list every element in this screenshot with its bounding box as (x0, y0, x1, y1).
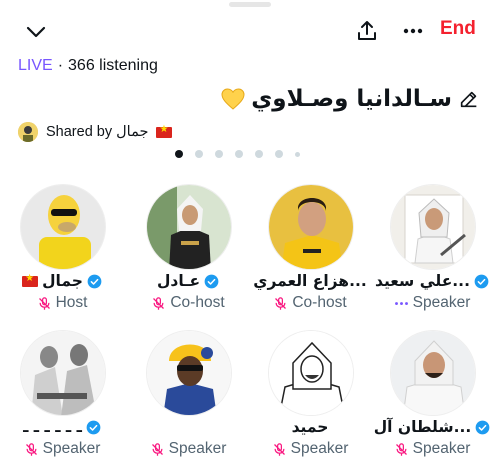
verified-badge-icon (475, 420, 490, 434)
participant-name-text: حميد (291, 418, 329, 436)
separator: · (57, 57, 64, 74)
sharer-avatar (18, 122, 38, 142)
avatar (390, 184, 476, 270)
yellow-heart-icon (221, 88, 245, 110)
role-text: Speaker (42, 440, 101, 457)
avatar (20, 330, 106, 416)
participant-role: Co-host (128, 294, 248, 312)
participant-tile[interactable]: Speaker (128, 330, 248, 465)
avatar (390, 330, 476, 416)
page-indicator[interactable] (175, 150, 300, 158)
sheet-grabber[interactable] (229, 2, 271, 7)
end-button[interactable]: End (440, 18, 476, 40)
role-text: Speaker (412, 440, 471, 457)
muted-mic-icon (273, 442, 285, 456)
participant-name: ـ ـ ـ ـ ـ ـ (2, 418, 122, 436)
muted-mic-icon (395, 442, 407, 456)
role-text: Speaker (412, 294, 471, 311)
page-dot[interactable] (235, 150, 243, 158)
participant-name: علي سعيد... (372, 272, 492, 290)
participant-name: شلطان آل... (372, 418, 492, 436)
participant-role: Speaker (372, 294, 492, 312)
space-title: سـالدانيا وصـلاوي (251, 86, 452, 112)
top-bar: End (0, 14, 500, 50)
participant-name: حميد (250, 418, 370, 436)
page-dot[interactable] (255, 150, 263, 158)
speaking-dots-icon (394, 301, 408, 305)
role-text: Speaker (168, 440, 227, 457)
participant-tile[interactable]: شلطان آل... Speaker (372, 330, 492, 465)
shared-by-row[interactable]: Shared by جمال (18, 121, 173, 143)
vietnam-flag-icon (156, 124, 173, 138)
role-text: Speaker (290, 440, 349, 457)
vietnam-flag-icon (22, 273, 39, 287)
participant-role: Host (2, 294, 122, 312)
edit-pencil-icon[interactable] (458, 88, 480, 110)
page-dot[interactable] (295, 151, 300, 157)
participant-role: Speaker (372, 440, 492, 458)
participant-tile[interactable]: هزاع العمري... Co-host (250, 184, 370, 319)
page-dot[interactable] (195, 150, 203, 158)
muted-mic-icon (275, 296, 287, 310)
participant-name-text: علي سعيد... (375, 272, 470, 290)
avatar (268, 184, 354, 270)
muted-mic-icon (38, 296, 50, 310)
muted-mic-icon (151, 442, 163, 456)
participant-role: Speaker (250, 440, 370, 458)
page-dot[interactable] (275, 150, 283, 158)
participant-tile[interactable]: جمال Host (2, 184, 122, 319)
page-dot[interactable] (175, 150, 183, 158)
live-status: LIVE · 366 listening (18, 57, 158, 75)
verified-badge-icon (204, 274, 219, 288)
participant-name-text: ـ ـ ـ ـ ـ ـ (23, 418, 82, 436)
participant-role: Speaker (2, 440, 122, 458)
participant-name-text: عـادل (156, 272, 201, 290)
participant-name-text: شلطان آل... (373, 418, 472, 436)
participant-tile[interactable]: حميد Speaker (250, 330, 370, 465)
chevron-down-icon[interactable] (22, 18, 50, 46)
more-icon[interactable] (398, 16, 428, 46)
muted-mic-icon (25, 442, 37, 456)
verified-badge-icon (87, 274, 102, 288)
participant-name-text: هزاع العمري... (253, 272, 367, 290)
participant-role: Speaker (128, 440, 248, 458)
muted-mic-icon (153, 296, 165, 310)
shared-by-text: Shared by جمال (46, 124, 149, 140)
verified-badge-icon (474, 274, 489, 288)
page-dot[interactable] (215, 150, 223, 158)
listening-count: 366 listening (68, 57, 158, 74)
avatar (20, 184, 106, 270)
role-text: Co-host (292, 294, 347, 311)
participant-tile[interactable]: عـادل Co-host (128, 184, 248, 319)
participant-name-text: جمال (42, 272, 83, 290)
participant-name: جمال (2, 272, 122, 290)
role-text: Co-host (170, 294, 225, 311)
avatar (146, 330, 232, 416)
live-label: LIVE (18, 57, 53, 74)
share-icon[interactable] (352, 16, 382, 46)
participant-name: هزاع العمري... (250, 272, 370, 290)
participant-tile[interactable]: ـ ـ ـ ـ ـ ـ Speaker (2, 330, 122, 465)
participant-tile[interactable]: علي سعيد... Speaker (372, 184, 492, 319)
space-title-row: سـالدانيا وصـلاوي (221, 82, 480, 116)
participant-name: عـادل (128, 272, 248, 290)
role-text: Host (55, 294, 88, 311)
verified-badge-icon (86, 420, 101, 434)
participant-role: Co-host (250, 294, 370, 312)
avatar (146, 184, 232, 270)
avatar (268, 330, 354, 416)
